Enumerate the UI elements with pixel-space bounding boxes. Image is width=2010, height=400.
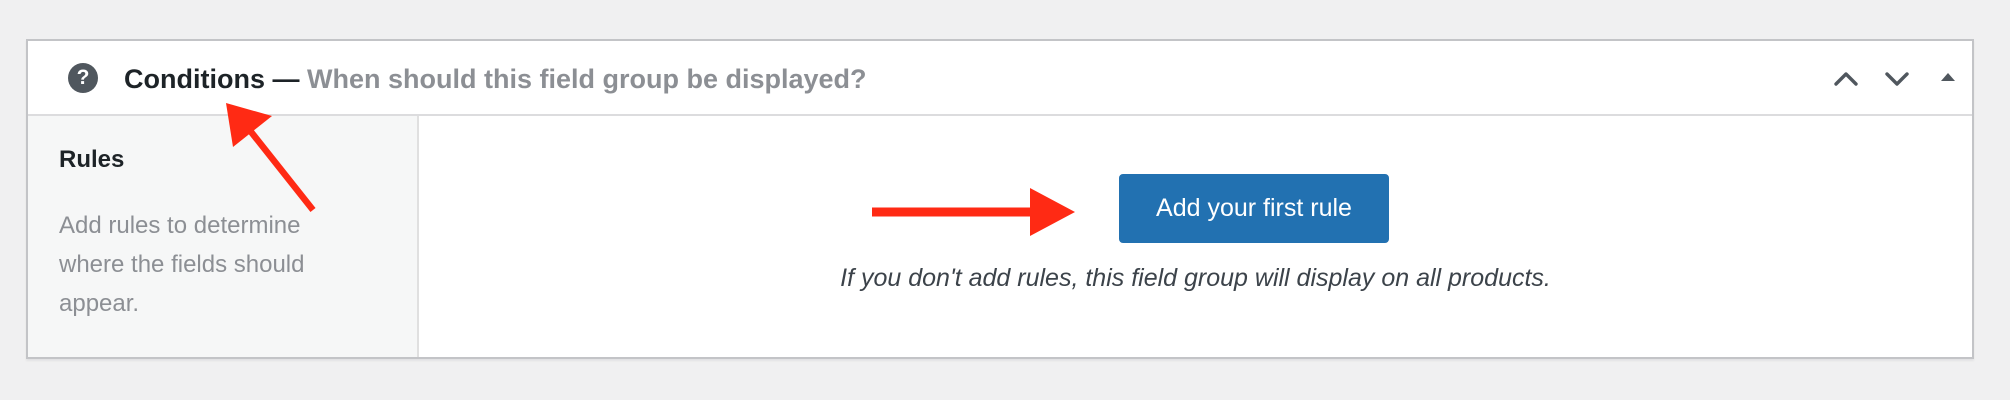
rules-heading: Rules [59,146,125,173]
rules-description: Add rules to determine where the fields … [59,212,305,317]
panel-title-main: Conditions [124,64,265,94]
move-up-button[interactable] [1828,61,1864,97]
rules-sidebar: Rules Add rules to determine where the f… [28,116,419,357]
panel-title-description: When should this field group be displaye… [307,64,867,94]
add-first-rule-button[interactable]: Add your first rule [1119,174,1389,243]
triangle-up-icon [1941,73,1955,81]
move-down-button[interactable] [1879,61,1915,97]
question-circle-icon[interactable]: ? [68,63,98,93]
panel-title: Conditions — When should this field grou… [124,59,867,99]
toggle-panel-button[interactable] [1930,61,1966,97]
panel-title-separator: — [264,64,307,94]
no-rules-note: If you don't add rules, this field group… [840,264,1551,292]
chevron-down-icon [1885,72,1909,86]
chevron-up-icon [1834,72,1858,86]
rules-main: Add your first rule If you don't add rul… [419,116,1972,357]
panel-header[interactable]: ? Conditions — When should this field gr… [28,41,1972,116]
conditions-panel: ? Conditions — When should this field gr… [26,39,1974,359]
page: ? Conditions — When should this field gr… [0,0,2010,400]
